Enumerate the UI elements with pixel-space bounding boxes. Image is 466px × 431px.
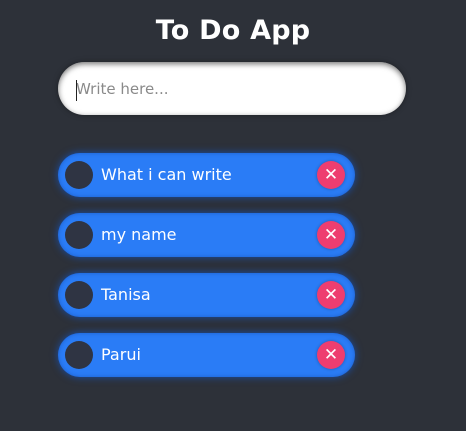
- delete-button[interactable]: ✕: [317, 161, 345, 189]
- todo-item-text: my name: [101, 225, 177, 244]
- checkbox-icon[interactable]: [65, 161, 93, 189]
- text-caret: [76, 80, 77, 101]
- todo-item-text: Tanisa: [101, 285, 151, 304]
- todo-input[interactable]: [76, 62, 386, 115]
- close-icon: ✕: [323, 225, 339, 245]
- checkbox-icon[interactable]: [65, 341, 93, 369]
- close-icon: ✕: [323, 165, 339, 185]
- todo-input-container[interactable]: [58, 62, 406, 115]
- checkbox-icon[interactable]: [65, 221, 93, 249]
- todo-item-text: Parui: [101, 345, 141, 364]
- delete-button[interactable]: ✕: [317, 341, 345, 369]
- delete-button[interactable]: ✕: [317, 281, 345, 309]
- todo-item[interactable]: my name ✕: [58, 213, 355, 257]
- checkbox-icon[interactable]: [65, 281, 93, 309]
- todo-item-text: What i can write: [101, 165, 232, 184]
- todo-item[interactable]: Tanisa ✕: [58, 273, 355, 317]
- close-icon: ✕: [323, 285, 339, 305]
- app-title: To Do App: [155, 15, 311, 46]
- delete-button[interactable]: ✕: [317, 221, 345, 249]
- close-icon: ✕: [323, 345, 339, 365]
- todo-item[interactable]: Parui ✕: [58, 333, 355, 377]
- todo-item[interactable]: What i can write ✕: [58, 153, 355, 197]
